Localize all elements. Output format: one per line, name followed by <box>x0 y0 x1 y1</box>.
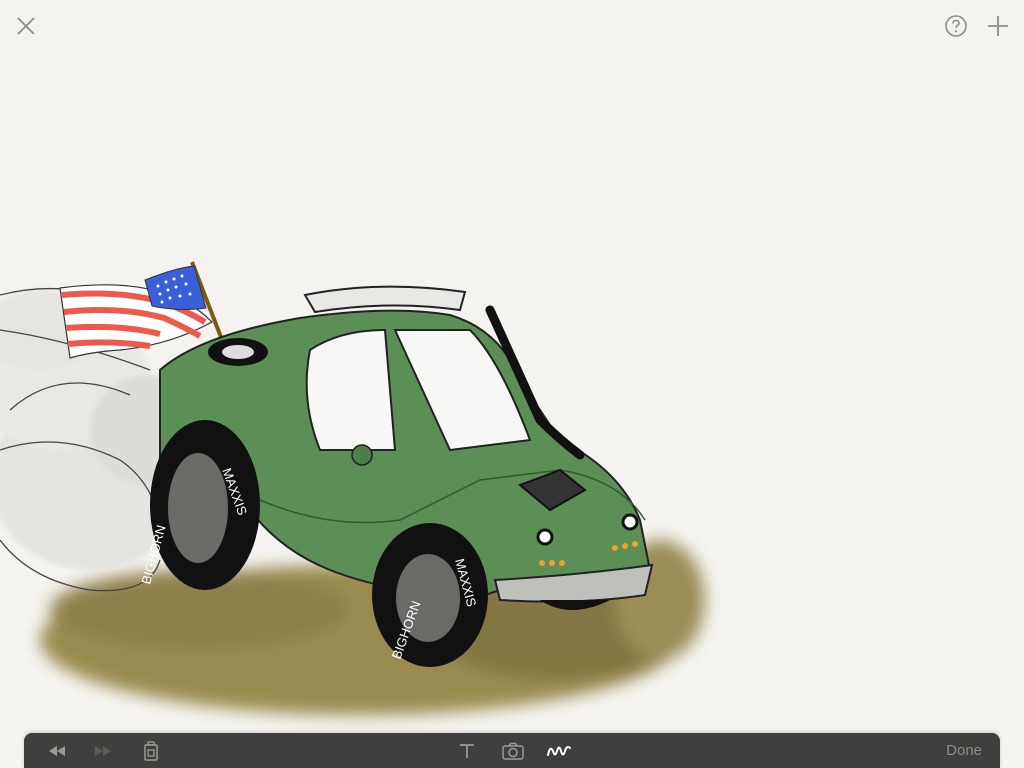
close-button[interactable] <box>12 12 40 40</box>
done-button[interactable]: Done <box>946 733 982 768</box>
fast-forward-icon <box>95 745 111 756</box>
rewind-icon <box>49 745 65 756</box>
add-button[interactable] <box>984 12 1012 40</box>
clear-canvas-button[interactable] <box>136 733 166 768</box>
camera-icon <box>502 742 524 760</box>
fast-forward-button[interactable] <box>88 733 118 768</box>
text-tool-button[interactable] <box>452 733 482 768</box>
front-tire: MAXXIS BIGHORN <box>372 523 488 667</box>
draw-tool-icon <box>547 745 571 756</box>
help-button[interactable] <box>942 12 970 40</box>
close-icon <box>17 17 35 35</box>
help-icon <box>945 15 967 37</box>
drawing-canvas[interactable]: MAXXIS BIGHORN MAXXIS BIGHORN <box>0 0 1024 768</box>
plus-icon <box>988 16 1008 36</box>
camera-button[interactable] <box>498 733 528 768</box>
draw-tool-button[interactable] <box>542 733 576 768</box>
text-tool-icon <box>460 743 474 758</box>
bottom-toolbar: Done <box>24 733 1000 768</box>
clear-canvas-icon <box>144 740 158 761</box>
rewind-button[interactable] <box>42 733 72 768</box>
american-flag <box>59 261 226 359</box>
